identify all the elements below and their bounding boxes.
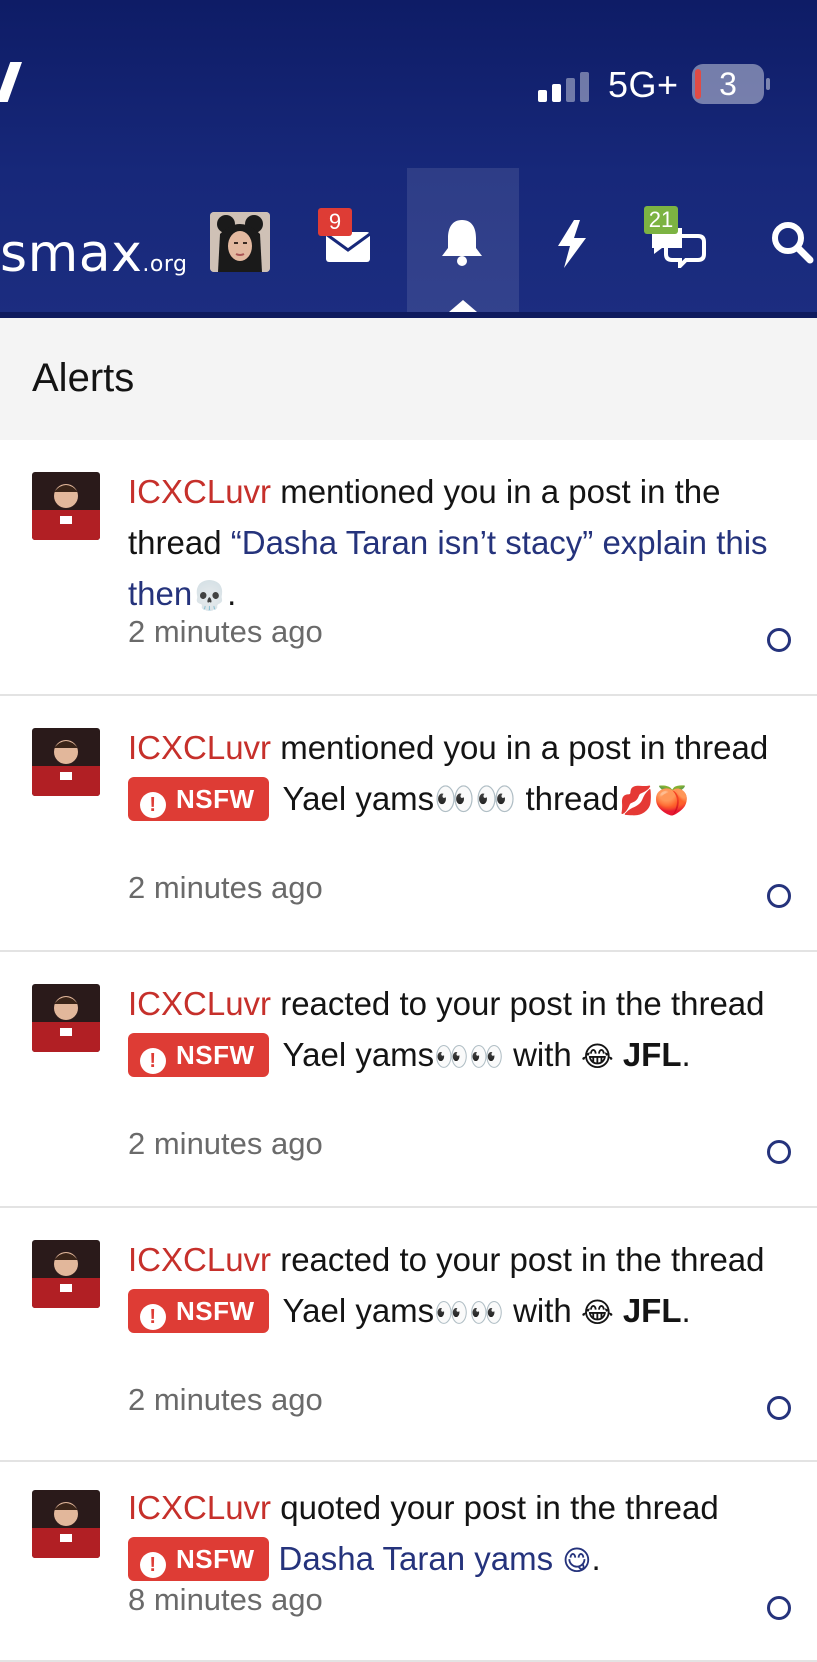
- username-link[interactable]: ICXCLuvr: [128, 1489, 271, 1526]
- exclamation-icon: !: [140, 792, 166, 818]
- alert-with-text: with: [503, 1036, 581, 1073]
- thread-link[interactable]: Yael yams👀👀: [283, 1036, 504, 1073]
- battery-tip: [766, 78, 770, 90]
- exclamation-icon: !: [140, 1048, 166, 1074]
- chat-badge: 21: [644, 206, 678, 234]
- lightning-icon: [558, 220, 586, 268]
- inbox-badge: 9: [318, 208, 352, 236]
- alert-item[interactable]: ICXCLuvr mentioned you in a post in the …: [0, 440, 817, 696]
- alert-text: ICXCLuvr mentioned you in a post in the …: [128, 466, 783, 621]
- mark-read-toggle[interactable]: [767, 1596, 791, 1620]
- signal-strength-icon: [538, 70, 594, 102]
- nsfw-prefix-badge: ! NSFW: [128, 777, 269, 821]
- mark-read-toggle[interactable]: [767, 1140, 791, 1164]
- user-avatar-image: [32, 984, 100, 1052]
- thread-emoji: 👀👀: [434, 1296, 504, 1329]
- thread-emoji: 👀👀: [434, 1040, 504, 1073]
- alert-punctuation: .: [591, 1540, 601, 1577]
- alert-punctuation: .: [681, 1292, 691, 1329]
- nsfw-prefix-badge: ! NSFW: [128, 1537, 269, 1581]
- alert-timestamp: 2 minutes ago: [128, 1382, 323, 1417]
- alert-timestamp: 2 minutes ago: [128, 614, 323, 649]
- alert-with-text: with: [503, 1292, 581, 1329]
- alert-text: ICXCLuvr reacted to your post in the thr…: [128, 1234, 783, 1338]
- page-title: Alerts: [32, 356, 135, 400]
- alert-timestamp: 2 minutes ago: [128, 870, 323, 905]
- alert-action-text: mentioned you in a post in thread: [271, 729, 769, 766]
- exclamation-icon: !: [140, 1304, 166, 1330]
- alerts-header: Alerts: [0, 318, 817, 442]
- search-icon: [772, 222, 814, 264]
- alert-text: ICXCLuvr reacted to your post in the thr…: [128, 978, 783, 1082]
- alert-item[interactable]: ICXCLuvr mentioned you in a post in thre…: [0, 696, 817, 952]
- alert-item[interactable]: ICXCLuvr reacted to your post in the thr…: [0, 1208, 817, 1462]
- nsfw-label: NSFW: [176, 784, 255, 814]
- username-link[interactable]: ICXCLuvr: [128, 473, 271, 510]
- avatar[interactable]: [32, 984, 100, 1052]
- alert-item[interactable]: ICXCLuvr quoted your post in the thread …: [0, 1462, 817, 1662]
- network-type: 5G+: [608, 64, 679, 105]
- logo-tld: .org: [142, 252, 188, 277]
- thread-title: Yael yams: [282, 1036, 435, 1073]
- whats-new-nav[interactable]: [552, 218, 600, 268]
- inbox-nav[interactable]: 9: [318, 208, 371, 266]
- bell-icon: [442, 220, 482, 266]
- alerts-nav[interactable]: [438, 216, 486, 266]
- username-link[interactable]: ICXCLuvr: [128, 729, 271, 766]
- mark-read-toggle[interactable]: [767, 884, 791, 908]
- thread-link[interactable]: Dasha Taran yams 😋: [279, 1540, 592, 1577]
- alert-timestamp: 8 minutes ago: [128, 1582, 323, 1617]
- avatar[interactable]: [32, 1490, 100, 1558]
- alert-action-text: reacted to your post in the thread: [271, 1241, 765, 1278]
- thread-title: Yael yams: [282, 1292, 435, 1329]
- reaction-emoji: 😂: [580, 1040, 614, 1073]
- location-arrow-icon: [0, 62, 22, 102]
- thread-emoji: 💀: [192, 579, 228, 612]
- account-avatar[interactable]: [210, 212, 270, 272]
- alert-action-text: quoted your post in the thread: [271, 1489, 719, 1526]
- avatar[interactable]: [32, 728, 100, 796]
- user-avatar-image: [32, 1240, 100, 1308]
- avatar[interactable]: [32, 472, 100, 540]
- thread-title: Yael yams👀👀 thread: [282, 780, 620, 817]
- nsfw-label: NSFW: [176, 1544, 255, 1574]
- mark-read-toggle[interactable]: [767, 628, 791, 652]
- user-avatar-image: [32, 728, 100, 796]
- reaction-name: JFL: [622, 1036, 682, 1073]
- alert-timestamp: 2 minutes ago: [128, 1126, 323, 1161]
- alert-text: ICXCLuvr quoted your post in the thread …: [128, 1482, 783, 1586]
- alert-item[interactable]: ICXCLuvr reacted to your post in the thr…: [0, 952, 817, 1208]
- nsfw-prefix-badge: ! NSFW: [128, 1033, 269, 1077]
- user-avatar-image: [32, 1490, 100, 1558]
- site-header: 5G+ 3 smax.org 9 21: [0, 0, 817, 318]
- nsfw-label: NSFW: [176, 1296, 255, 1326]
- alert-punctuation: .: [227, 575, 237, 612]
- thread-link[interactable]: Yael yams👀👀 thread💋🍑: [283, 780, 689, 817]
- thread-emoji: 💋🍑: [619, 784, 689, 817]
- mark-read-toggle[interactable]: [767, 1396, 791, 1420]
- alert-text: ICXCLuvr mentioned you in a post in thre…: [128, 722, 783, 826]
- chat-nav[interactable]: 21: [644, 206, 706, 271]
- reaction-name: JFL: [622, 1292, 682, 1329]
- search-nav[interactable]: [768, 218, 816, 266]
- alert-action-text: reacted to your post in the thread: [271, 985, 765, 1022]
- reaction-emoji: 😂: [580, 1296, 614, 1329]
- logo-text: smax: [0, 224, 143, 284]
- battery-icon: 3: [692, 64, 764, 104]
- account-avatar-image: [210, 212, 270, 272]
- exclamation-icon: !: [140, 1552, 166, 1578]
- avatar[interactable]: [32, 1240, 100, 1308]
- nsfw-label: NSFW: [176, 1040, 255, 1070]
- thread-title: Dasha Taran yams: [278, 1540, 554, 1577]
- user-avatar-image: [32, 472, 100, 540]
- username-link[interactable]: ICXCLuvr: [128, 985, 271, 1022]
- site-logo[interactable]: smax.org: [0, 224, 187, 284]
- nsfw-prefix-badge: ! NSFW: [128, 1289, 269, 1333]
- username-link[interactable]: ICXCLuvr: [128, 1241, 271, 1278]
- thread-link[interactable]: Yael yams👀👀: [283, 1292, 504, 1329]
- thread-emoji: 😋: [562, 1544, 592, 1577]
- alert-punctuation: .: [681, 1036, 691, 1073]
